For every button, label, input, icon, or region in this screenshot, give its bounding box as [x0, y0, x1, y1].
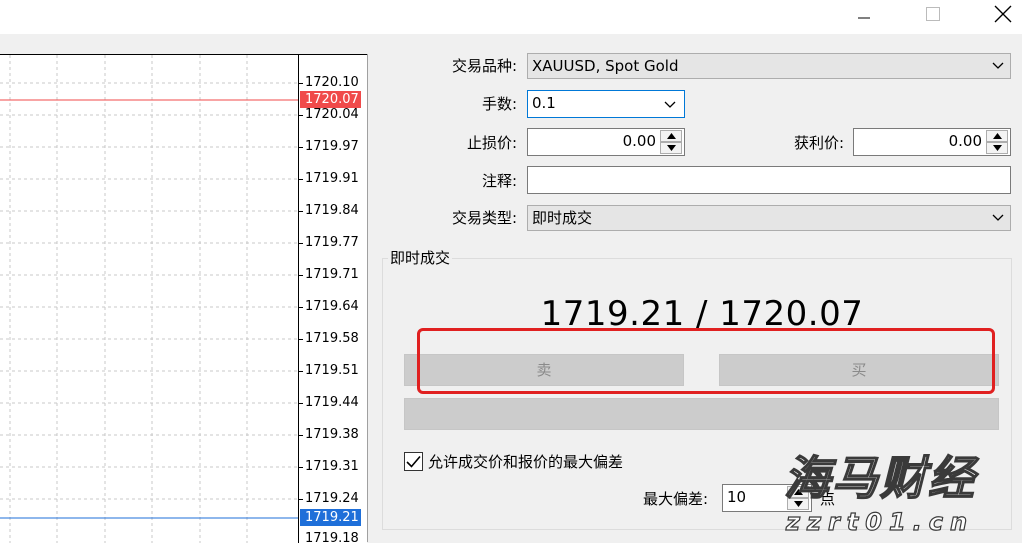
action-button[interactable] [404, 398, 999, 430]
price-tick-label: 1719.64 [305, 299, 359, 314]
max-deviation-label: 最大偏差: [642, 490, 708, 508]
comment-label: 注释: [481, 172, 517, 190]
price-tick-label: 1720.10 [305, 75, 359, 90]
price-tick [299, 115, 303, 116]
price-tick-label: 1719.84 [305, 203, 359, 218]
price-tick [299, 83, 303, 84]
price-tick-label: 1719.77 [305, 235, 359, 250]
price-tick [299, 499, 303, 500]
price-tick [299, 403, 303, 404]
price-tick [299, 211, 303, 212]
takeprofit-input[interactable] [854, 129, 986, 153]
volume-input[interactable] [528, 91, 658, 115]
ask-price-tag: 1720.07 [300, 91, 361, 108]
triangle-down-icon [793, 501, 803, 507]
checkmark-icon [406, 455, 421, 468]
symbol-label: 交易品种: [451, 57, 517, 75]
price-tick [299, 467, 303, 468]
takeprofit-spinner[interactable] [986, 130, 1008, 154]
price-tick [299, 243, 303, 244]
bid-price-tag: 1719.21 [300, 509, 361, 526]
price-tick-label: 1719.38 [305, 427, 359, 442]
highlight-box [417, 328, 995, 394]
price-tick-label: 1719.91 [305, 171, 359, 186]
chart-grid [0, 55, 298, 543]
price-tick [299, 275, 303, 276]
price-tick [299, 307, 303, 308]
spin-down-button[interactable] [986, 142, 1008, 154]
minimize-button[interactable] [841, 0, 887, 28]
price-tick-label: 1719.51 [305, 363, 359, 378]
tick-chart[interactable] [0, 54, 299, 543]
triangle-up-icon [666, 133, 676, 139]
triangle-down-icon [992, 145, 1002, 151]
chevron-down-icon [992, 62, 1004, 69]
volume-combo[interactable] [527, 90, 685, 118]
order-type-value: 即时成交 [532, 209, 593, 227]
triangle-up-icon [793, 489, 803, 495]
panel-divider [367, 54, 368, 542]
spin-down-button[interactable] [660, 142, 682, 154]
max-deviation-input[interactable] [723, 485, 785, 509]
chevron-down-icon [664, 101, 676, 108]
price-tick-label: 1720.04 [305, 107, 359, 122]
deviation-checkbox-label: 允许成交价和报价的最大偏差 [428, 453, 624, 471]
price-tick-label: 1719.71 [305, 267, 359, 282]
spin-up-button[interactable] [986, 130, 1008, 142]
symbol-value: XAUUSD, Spot Gold [532, 57, 679, 75]
execution-group-title: 即时成交 [388, 248, 453, 268]
price-tick-label: 1719.18 [305, 531, 359, 543]
points-label: 点 [820, 490, 836, 508]
price-tick [299, 147, 303, 148]
type-label: 交易类型: [451, 209, 517, 227]
spin-down-button[interactable] [787, 498, 809, 510]
max-deviation-spinner[interactable] [787, 486, 809, 510]
window-titlebar [0, 0, 1022, 34]
comment-input[interactable] [528, 167, 1006, 191]
deviation-checkbox[interactable] [404, 452, 423, 471]
takeprofit-label: 获利价: [793, 134, 844, 152]
spin-up-button[interactable] [787, 486, 809, 498]
price-tick-label: 1719.24 [305, 491, 359, 506]
price-tick [299, 435, 303, 436]
max-deviation-field[interactable] [722, 484, 812, 512]
chevron-down-icon [992, 214, 1004, 221]
price-axis: 1720.10 1720.04 1719.97 1719.91 1719.84 1719.… [299, 54, 367, 543]
close-button[interactable] [980, 0, 1022, 28]
price-tick [299, 179, 303, 180]
symbol-select[interactable]: XAUUSD, Spot Gold [527, 53, 1011, 79]
price-tick [299, 339, 303, 340]
triangle-up-icon [992, 133, 1002, 139]
maximize-icon [926, 7, 940, 21]
stoploss-label: 止损价: [466, 134, 517, 152]
stoploss-input[interactable] [528, 129, 660, 153]
stoploss-field[interactable] [527, 128, 685, 156]
comment-field[interactable] [527, 166, 1011, 194]
takeprofit-field[interactable] [853, 128, 1011, 156]
price-tick-label: 1719.58 [305, 331, 359, 346]
close-icon [994, 5, 1012, 23]
price-tick [299, 371, 303, 372]
price-tick-label: 1719.31 [305, 459, 359, 474]
price-tick-label: 1719.97 [305, 139, 359, 154]
order-type-select[interactable]: 即时成交 [527, 205, 1011, 231]
price-tick-label: 1719.44 [305, 395, 359, 410]
minimize-icon [858, 17, 870, 19]
volume-label: 手数: [481, 95, 517, 113]
maximize-button[interactable] [910, 0, 956, 28]
spin-up-button[interactable] [660, 130, 682, 142]
triangle-down-icon [666, 145, 676, 151]
stoploss-spinner[interactable] [660, 130, 682, 154]
